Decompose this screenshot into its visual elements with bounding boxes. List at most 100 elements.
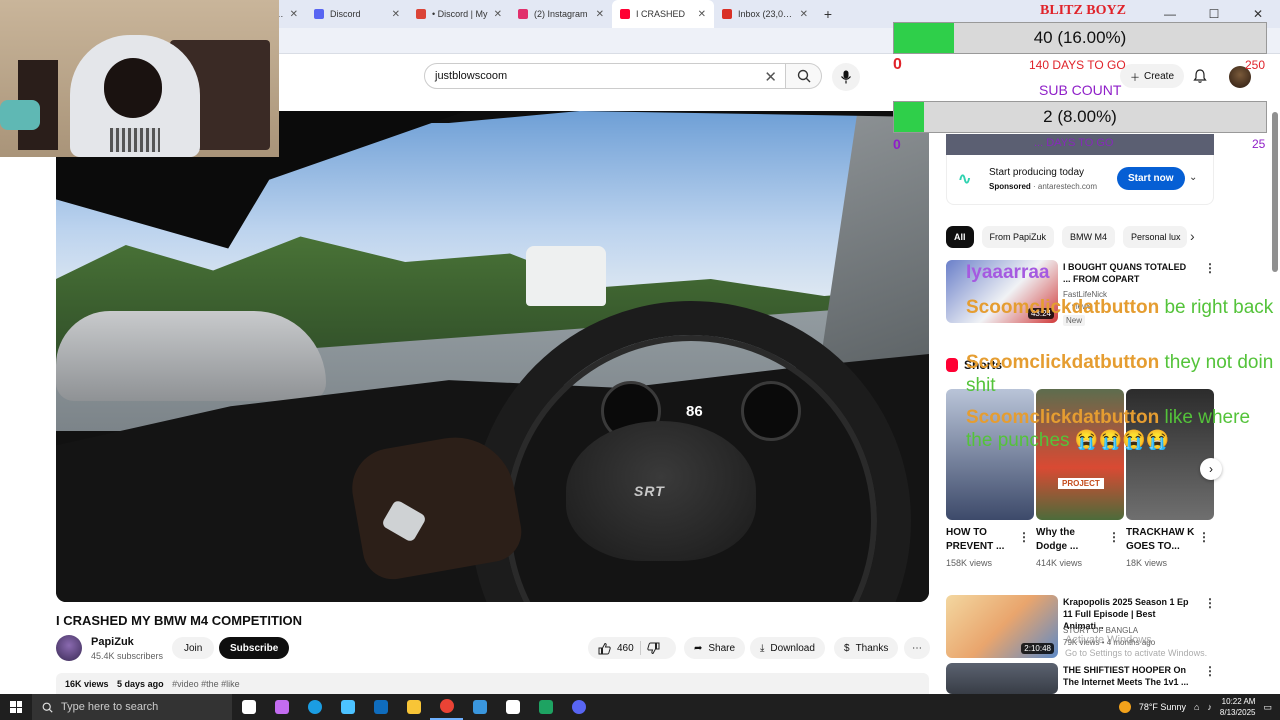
chat-username: Scoomclickdatbutton [966, 407, 1160, 428]
channel-avatar[interactable] [56, 635, 82, 661]
like-divider [639, 641, 641, 655]
taskbar-app-edge[interactable] [298, 694, 331, 720]
channel-subscriber-count: 45.4K subscribers [91, 651, 164, 661]
chat-message: Scoomclickdatbutton be right back [966, 296, 1276, 319]
follower-goal-days: 140 DAYS TO GO [1029, 58, 1126, 72]
short-title[interactable]: Why the Dodge ... [1036, 526, 1108, 554]
voice-search-button[interactable] [832, 63, 860, 91]
tab-favicon-icon [518, 9, 528, 19]
taskbar-search-input[interactable]: Type here to search [32, 694, 232, 720]
upload-age: 5 days ago [117, 679, 164, 689]
channel-name[interactable]: PapiZuk [91, 636, 134, 648]
chip-personal-lux[interactable]: Personal lux [1123, 226, 1188, 248]
rec-thumbnail[interactable]: 2:10:48 [946, 595, 1058, 658]
short-menu-icon[interactable]: ⋮ [1198, 530, 1210, 544]
short-menu-icon[interactable]: ⋮ [1108, 530, 1120, 544]
short-views: 18K views [1126, 558, 1168, 568]
rec-duration: 2:10:48 [1021, 643, 1054, 654]
taskbar-app-app-green[interactable] [529, 694, 562, 720]
taskbar-app-task-view[interactable] [232, 694, 265, 720]
notifications-button[interactable] [1192, 68, 1208, 87]
rec-menu-icon[interactable]: ⋮ [1204, 261, 1216, 275]
search-input[interactable]: justblowscoom ✕ [424, 63, 786, 89]
share-icon: ➦ [694, 642, 703, 654]
short-views: 414K views [1036, 558, 1083, 568]
taskbar-app-outlook[interactable] [364, 694, 397, 720]
taskbar-app-store[interactable] [331, 694, 364, 720]
shorts-logo-icon [946, 358, 958, 372]
subscribe-button[interactable]: Subscribe [219, 637, 290, 659]
follower-goal-text: 40 (16.00%) [1033, 28, 1127, 47]
notifications-icon[interactable]: ▭ [1263, 702, 1272, 713]
ad-start-now-button[interactable]: Start now [1117, 167, 1185, 190]
goal-title: BLITZ BOYZ [1040, 3, 1126, 18]
new-tab-button[interactable]: + [816, 6, 840, 22]
short-title[interactable]: HOW TO PREVENT ... [946, 526, 1018, 554]
ad-sponsored-line: Sponsored · antarestech.com [989, 182, 1098, 191]
microphone-icon [841, 70, 851, 84]
tab-label: Discord [330, 9, 361, 19]
taskbar-search-placeholder: Type here to search [61, 701, 159, 713]
tab-close-icon[interactable]: ✕ [596, 9, 604, 20]
taskbar-app-file-explorer[interactable] [397, 694, 430, 720]
video-wheel-logo: SRT [634, 483, 665, 499]
download-icon: ⤓ [760, 642, 765, 654]
ad-expand-chevron-icon[interactable]: ⌄ [1189, 172, 1197, 183]
page-scrollbar[interactable] [1272, 112, 1278, 272]
shorts-next-button[interactable]: › [1200, 458, 1222, 480]
tray-network-icon[interactable]: ⌂ [1194, 702, 1199, 712]
download-label: Download [770, 642, 815, 654]
rec-title[interactable]: THE SHIFTIEST HOOPER On The Internet Mee… [1063, 664, 1198, 688]
rec-menu-icon[interactable]: ⋮ [1204, 596, 1216, 610]
browser-tab[interactable]: I CRASHED ✕ [612, 0, 714, 28]
like-button[interactable]: 460 [598, 642, 634, 655]
taskbar-app-capcut[interactable] [496, 694, 529, 720]
rec-menu-icon[interactable]: ⋮ [1204, 664, 1216, 678]
rec-title[interactable]: I BOUGHT QUANS TOTALED ... FROM COPART [1063, 261, 1193, 285]
taskbar-app-chrome[interactable] [430, 694, 463, 720]
download-button[interactable]: ⤓ Download [750, 637, 825, 659]
like-dislike-group: 460 [588, 637, 676, 659]
chip-all[interactable]: All [946, 226, 974, 248]
join-button[interactable]: Join [172, 637, 215, 659]
taskbar-clock[interactable]: 10:22 AM 8/13/2025 [1220, 696, 1256, 718]
tab-close-icon[interactable]: ✕ [494, 9, 502, 20]
tab-close-icon[interactable]: ✕ [392, 9, 400, 20]
thumbs-down-icon [647, 642, 660, 654]
browser-tab[interactable]: • Discord | My ✕ [408, 0, 510, 28]
search-button[interactable] [786, 63, 822, 89]
more-actions-button[interactable]: ⋯ [904, 637, 930, 659]
browser-tab[interactable]: Inbox (23,040) ✕ [714, 0, 816, 28]
ad-title: Start producing today [989, 167, 1085, 178]
clear-search-icon[interactable]: ✕ [764, 68, 777, 86]
weather-text[interactable]: 78°F Sunny [1139, 702, 1186, 712]
taskbar-app-discord[interactable] [562, 694, 595, 720]
create-button[interactable]: ＋ Create [1120, 64, 1185, 88]
share-button[interactable]: ➦ Share [684, 637, 746, 659]
app-green-icon [538, 700, 553, 714]
description-box[interactable]: 16K views 5 days ago #video #the #like [56, 673, 929, 695]
video-player[interactable]: 86 SRT [56, 111, 929, 602]
short-menu-icon[interactable]: ⋮ [1018, 530, 1030, 544]
browser-tab[interactable]: Discord ✕ [306, 0, 408, 28]
start-button[interactable] [0, 694, 32, 720]
hashtags[interactable]: #video #the #like [172, 679, 240, 689]
tab-close-icon[interactable]: ✕ [290, 9, 298, 20]
short-views: 158K views [946, 558, 993, 568]
thanks-label: Thanks [855, 642, 889, 654]
short-title[interactable]: TRACKHAW K GOES TO... [1126, 526, 1198, 554]
tab-close-icon[interactable]: ✕ [800, 9, 808, 20]
thanks-button[interactable]: $ Thanks [834, 637, 899, 659]
chat-message: Scoomclickdatbutton like where the punch… [966, 406, 1276, 452]
taskbar-app-copilot[interactable] [265, 694, 298, 720]
chip-from-channel[interactable]: From PapiZuk [981, 226, 1055, 248]
browser-tab[interactable]: (2) Instagram ✕ [510, 0, 612, 28]
rec-thumbnail[interactable] [946, 663, 1058, 694]
tab-close-icon[interactable]: ✕ [698, 9, 706, 20]
taskbar-app-app-blue[interactable] [463, 694, 496, 720]
chips-next-chevron-icon[interactable]: › [1190, 228, 1195, 244]
tray-volume-icon[interactable]: ♪ [1207, 702, 1212, 712]
chip-bmw-m4[interactable]: BMW M4 [1062, 226, 1116, 248]
system-tray: 78°F Sunny ⌂ ♪ 10:22 AM 8/13/2025 ▭ [1118, 694, 1280, 720]
dislike-button[interactable] [647, 642, 660, 655]
